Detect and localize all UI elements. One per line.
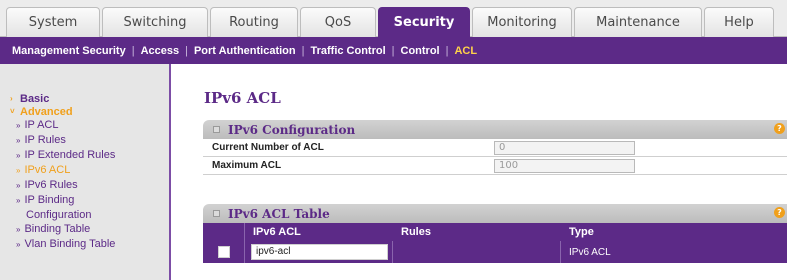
- subnav-access[interactable]: Access: [141, 45, 180, 57]
- table-header: IPv6 ACL Rules Type: [203, 223, 787, 241]
- sidebar-item-vlan-binding-table[interactable]: » Vlan Binding Table: [10, 237, 169, 252]
- tab-switching[interactable]: Switching: [102, 7, 208, 37]
- tab-routing[interactable]: Routing: [210, 7, 298, 37]
- sidebar-item-binding-table[interactable]: » Binding Table: [10, 222, 169, 237]
- sidebar-section-basic-label: Basic: [20, 92, 50, 105]
- bullet-icon: »: [16, 121, 21, 130]
- sidebar-item-label: Vlan Binding Table: [24, 238, 116, 250]
- subnav-control[interactable]: Control: [401, 45, 440, 57]
- sidebar-item-ip-rules[interactable]: » IP Rules: [10, 133, 169, 148]
- sidebar-item-ipv6-acl[interactable]: » IPv6 ACL: [10, 163, 169, 178]
- bullet-icon: »: [16, 181, 21, 190]
- tab-security[interactable]: Security: [378, 7, 470, 37]
- collapse-toggle-icon[interactable]: [213, 126, 220, 133]
- sidebar-item-label: IPv6 Rules: [24, 179, 78, 191]
- sub-navigation-bar: Management Security | Access | Port Auth…: [0, 37, 787, 64]
- tab-system[interactable]: System: [6, 7, 100, 37]
- subnav-acl[interactable]: ACL: [454, 45, 477, 57]
- sidebar-item-ip-binding[interactable]: » IP Binding: [10, 193, 169, 208]
- bullet-icon: »: [16, 136, 21, 145]
- sidebar-item-ipv6-rules[interactable]: » IPv6 Rules: [10, 178, 169, 193]
- sidebar-item-label: IP Rules: [24, 134, 66, 146]
- sidebar-item-ip-extended-rules[interactable]: » IP Extended Rules: [10, 148, 169, 163]
- subnav-traffic-control[interactable]: Traffic Control: [310, 45, 385, 57]
- bullet-icon: »: [16, 225, 21, 234]
- current-number-of-acl-value: 0: [494, 140, 635, 155]
- select-column-header: [203, 223, 245, 241]
- column-header-ipv6-acl: IPv6 ACL: [253, 226, 301, 238]
- subnav-separator: |: [391, 44, 395, 57]
- subnav-management-security[interactable]: Management Security: [12, 45, 126, 57]
- current-number-of-acl-label: Current Number of ACL: [212, 142, 324, 153]
- sidebar-item-ip-binding-configuration[interactable]: Configuration: [10, 208, 169, 222]
- table-row: ipv6-acl IPv6 ACL: [203, 241, 787, 263]
- help-icon[interactable]: ?: [774, 123, 785, 134]
- collapse-toggle-icon[interactable]: [213, 210, 220, 217]
- top-tab-bar: System Switching Routing QoS Security Mo…: [0, 0, 787, 37]
- sidebar-item-label: Binding Table: [24, 223, 91, 235]
- sidebar-section-basic[interactable]: › Basic: [10, 92, 169, 105]
- acl-name-input[interactable]: ipv6-acl: [251, 244, 388, 260]
- sidebar-item-label: IP Binding: [24, 194, 75, 206]
- panel-header: IPv6 Configuration ?: [203, 120, 787, 139]
- sidebar-item-label: IP Extended Rules: [24, 149, 116, 161]
- subnav-separator: |: [445, 44, 449, 57]
- subnav-separator: |: [185, 44, 188, 57]
- sidebar-item-label: IP ACL: [24, 119, 59, 131]
- panel-header: IPv6 ACL Table ?: [203, 204, 787, 223]
- bullet-icon: »: [16, 240, 21, 249]
- panel-title: IPv6 Configuration: [228, 122, 356, 137]
- column-header-rules: Rules: [401, 226, 431, 238]
- sidebar-section-advanced-label: Advanced: [20, 105, 73, 118]
- sidebar-item-ip-acl[interactable]: » IP ACL: [10, 118, 169, 133]
- chevron-right-icon: ›: [10, 94, 13, 103]
- row-checkbox[interactable]: [217, 246, 230, 258]
- maximum-acl-label: Maximum ACL: [212, 160, 282, 171]
- row-select-cell: [203, 241, 245, 263]
- column-header-type: Type: [569, 226, 594, 238]
- rules-cell: [393, 241, 561, 263]
- subnav-port-authentication[interactable]: Port Authentication: [194, 45, 296, 57]
- help-icon[interactable]: ?: [774, 207, 785, 218]
- bullet-icon: »: [16, 151, 21, 160]
- tab-maintenance[interactable]: Maintenance: [574, 7, 702, 37]
- panel-title: IPv6 ACL Table: [228, 206, 330, 221]
- bullet-icon: »: [16, 196, 21, 205]
- sidebar: › Basic ˅ Advanced » IP ACL » IP Rules » IP…: [0, 64, 171, 280]
- chevron-down-icon: ˅: [10, 107, 15, 116]
- sidebar-item-label: IPv6 ACL: [24, 164, 71, 176]
- tab-qos[interactable]: QoS: [300, 7, 376, 37]
- ipv6-configuration-panel: IPv6 Configuration ? Current Number of A…: [203, 120, 787, 175]
- sidebar-section-advanced[interactable]: ˅ Advanced: [10, 105, 169, 118]
- tab-help[interactable]: Help: [704, 7, 774, 37]
- page-title: IPv6 ACL: [204, 89, 281, 107]
- type-cell: IPv6 ACL: [569, 246, 611, 258]
- tab-monitoring[interactable]: Monitoring: [472, 7, 572, 37]
- ipv6-acl-table-panel: IPv6 ACL Table ? IPv6 ACL Rules Type ipv…: [203, 204, 787, 263]
- bullet-icon: »: [16, 166, 21, 175]
- config-row: Maximum ACL 100: [203, 157, 787, 175]
- subnav-separator: |: [131, 44, 135, 57]
- subnav-separator: |: [301, 44, 305, 57]
- acl-name-cell: ipv6-acl: [245, 241, 393, 263]
- main-content: IPv6 ACL IPv6 Configuration ? Current Nu…: [173, 64, 787, 280]
- maximum-acl-value: 100: [494, 158, 635, 173]
- config-row: Current Number of ACL 0: [203, 139, 787, 157]
